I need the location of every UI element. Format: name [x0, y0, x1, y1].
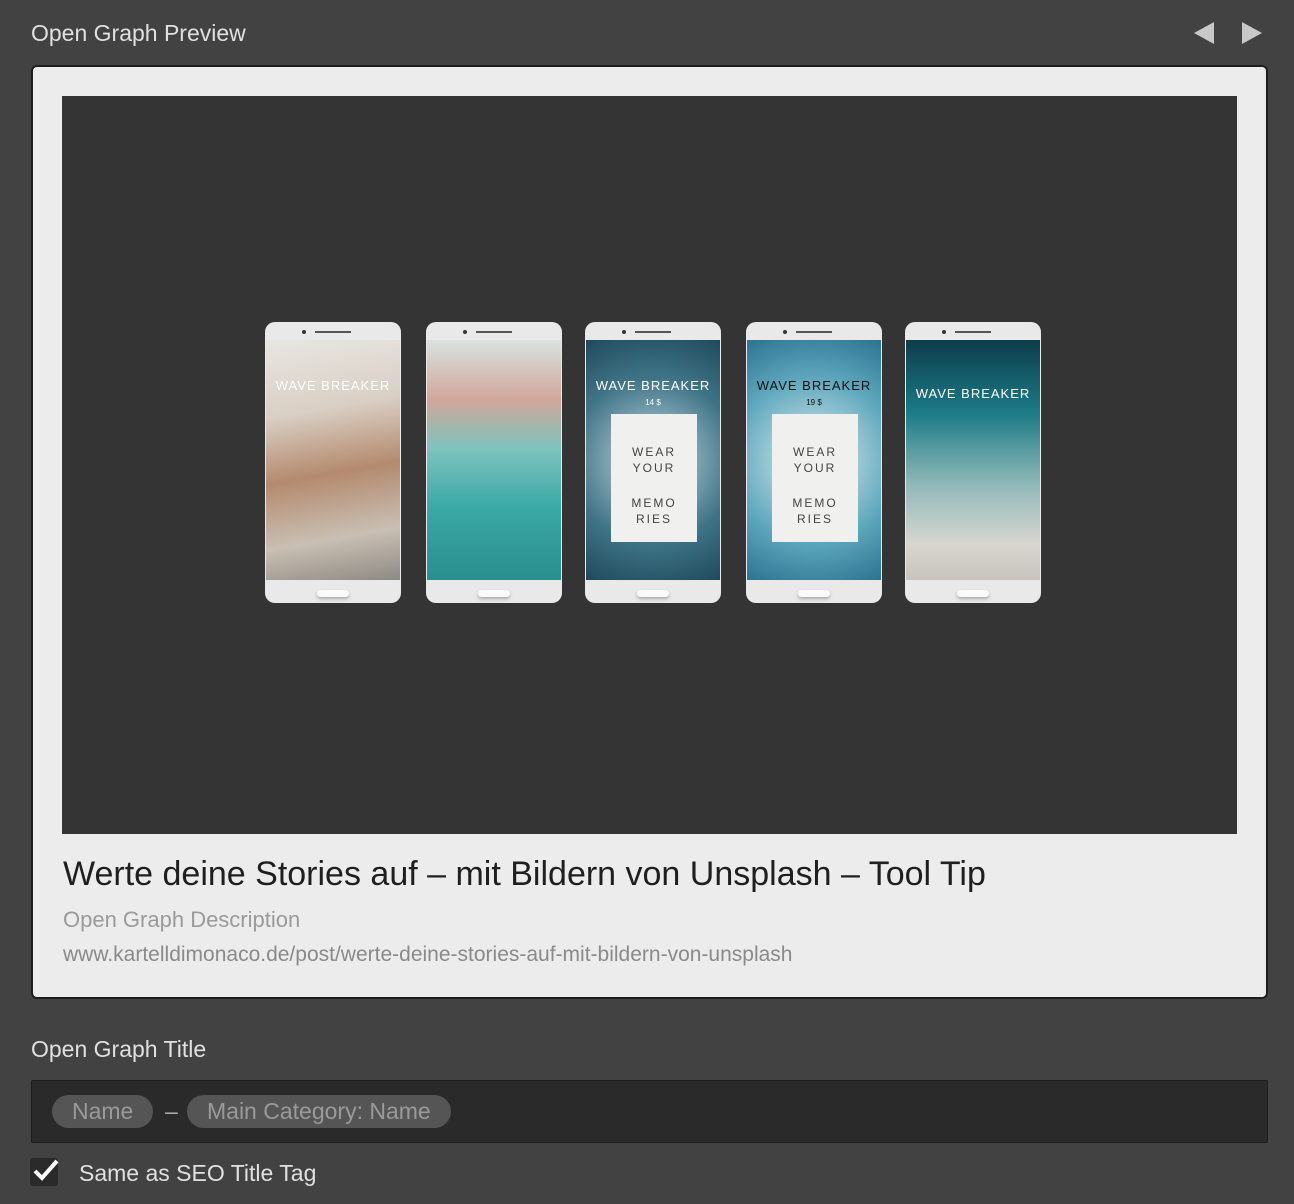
- phone-price: 14 $: [645, 398, 661, 407]
- og-description-preview: Open Graph Description: [63, 907, 301, 932]
- phone-price: 19 $: [806, 398, 822, 407]
- token-name[interactable]: Name: [52, 1095, 154, 1128]
- token-main-category-name[interactable]: Main Category: Name: [187, 1095, 451, 1128]
- og-title-label: Open Graph Title: [31, 1036, 207, 1062]
- checkmark-icon: [33, 1159, 59, 1181]
- phone-mockup: WAVE BREAKER 19 $ WEAR YOUR MEMO RIES: [746, 322, 882, 603]
- og-title-preview: Werte deine Stories auf – mit Bildern vo…: [63, 855, 986, 893]
- og-preview-image: WAVE BREAKER WAVE BREAKER 14 $ WEAR YOUR ME…: [62, 96, 1237, 834]
- phone-headline: WAVE BREAKER: [275, 378, 391, 393]
- same-as-seo-label: Same as SEO Title Tag: [79, 1160, 317, 1186]
- prev-arrow-icon[interactable]: [1194, 22, 1214, 44]
- next-arrow-icon[interactable]: [1242, 22, 1262, 44]
- section-title: Open Graph Preview: [31, 20, 246, 46]
- phone-headline: WAVE BREAKER: [915, 386, 1031, 401]
- token-separator: –: [165, 1098, 178, 1124]
- same-as-seo-checkbox[interactable]: [30, 1158, 59, 1186]
- phone-mockup: [426, 322, 562, 603]
- phone-mockup: WAVE BREAKER: [265, 322, 401, 603]
- og-preview-card: WAVE BREAKER WAVE BREAKER 14 $ WEAR YOUR ME…: [31, 65, 1268, 999]
- phone-headline: WAVE BREAKER: [756, 378, 872, 393]
- og-title-input[interactable]: Name – Main Category: Name: [31, 1080, 1268, 1143]
- product-tag: WEAR YOUR MEMO RIES: [772, 414, 858, 542]
- phone-mockup: WAVE BREAKER: [905, 322, 1041, 603]
- product-tag: WEAR YOUR MEMO RIES: [611, 414, 697, 542]
- og-url-preview: www.kartelldimonaco.de/post/werte-deine-…: [63, 943, 793, 966]
- phone-mockup: WAVE BREAKER 14 $ WEAR YOUR MEMO RIES: [585, 322, 721, 603]
- phone-headline: WAVE BREAKER: [595, 378, 711, 393]
